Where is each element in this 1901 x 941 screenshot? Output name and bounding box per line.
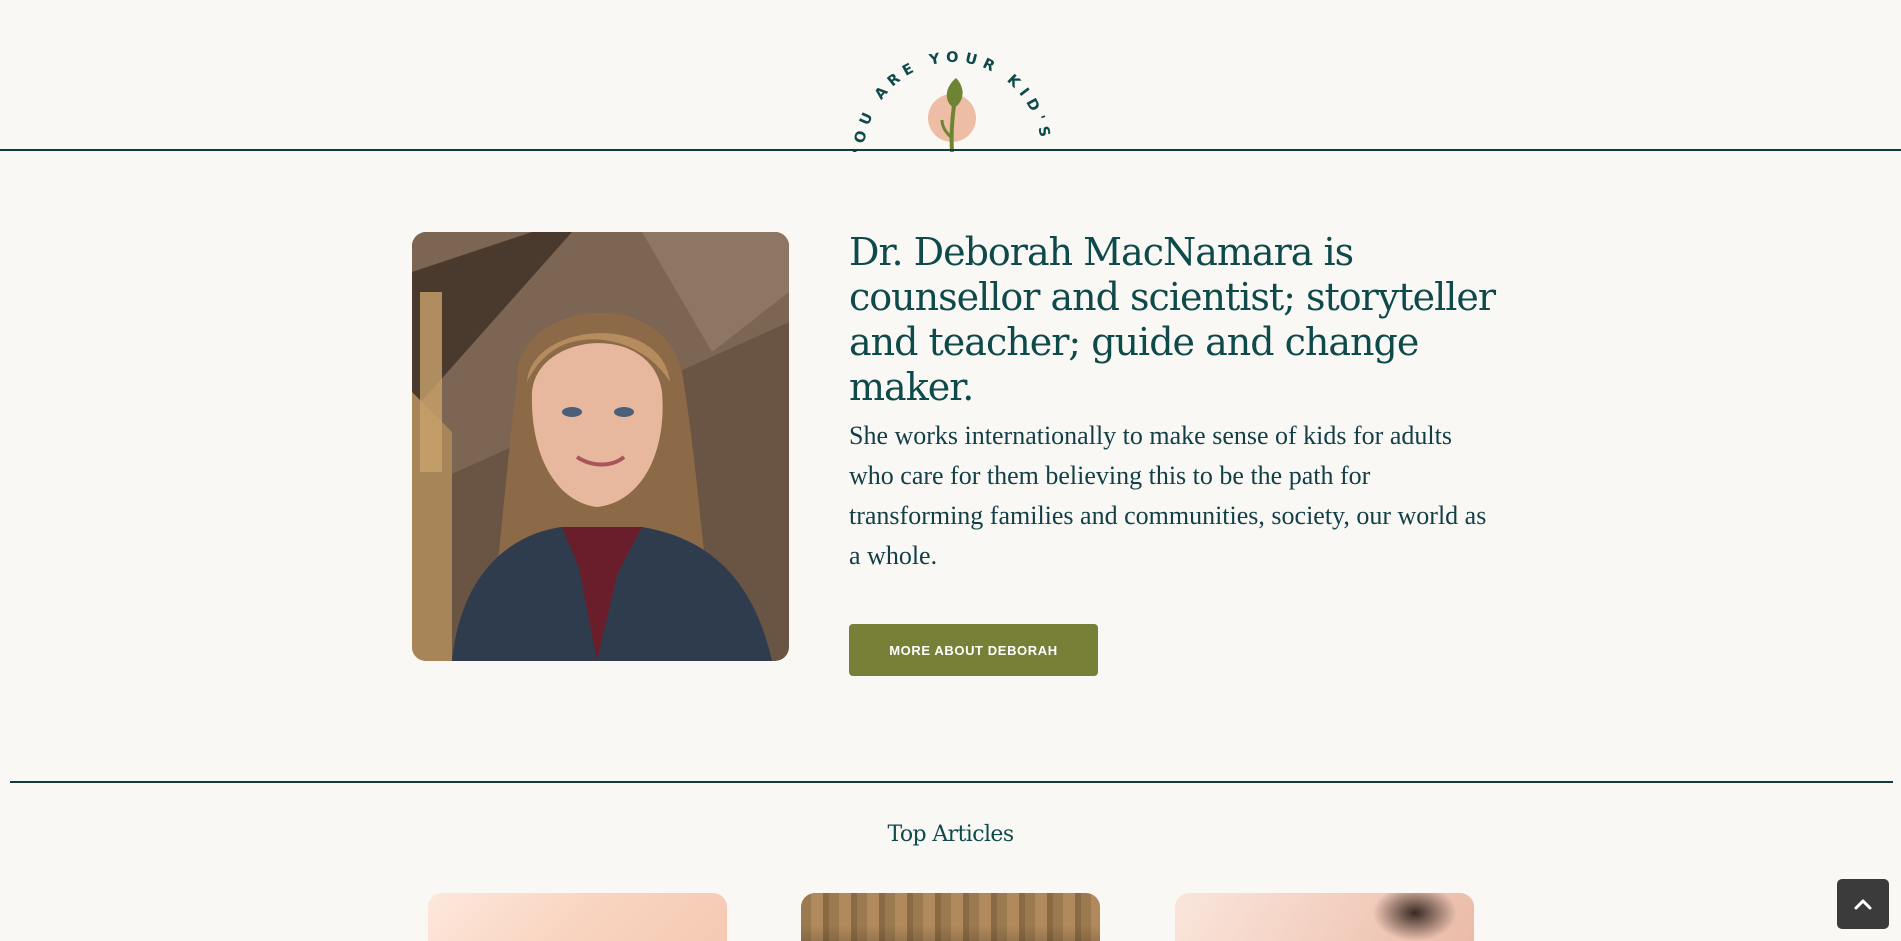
site-logo[interactable]: YOU ARE YOUR KID'S BEST BET [848, 20, 1058, 152]
chevron-up-icon [1854, 899, 1872, 910]
article-card-image[interactable] [801, 893, 1100, 941]
section-divider [10, 781, 1893, 783]
hero-bio: She works internationally to make sense … [849, 421, 1487, 570]
scroll-to-top-button[interactable] [1837, 879, 1889, 929]
header-divider [0, 149, 1901, 151]
more-about-deborah-button[interactable]: MORE ABOUT DEBORAH [849, 624, 1098, 676]
portrait-photo [412, 232, 789, 661]
article-card-image[interactable] [428, 893, 727, 941]
top-articles-heading: Top Articles [887, 822, 1014, 847]
sprout-logo-icon: YOU ARE YOUR KID'S BEST BET [848, 20, 1049, 152]
article-card-image[interactable] [1175, 893, 1474, 941]
hero-heading: Dr. Deborah MacNamara is counsellor and … [849, 230, 1496, 409]
